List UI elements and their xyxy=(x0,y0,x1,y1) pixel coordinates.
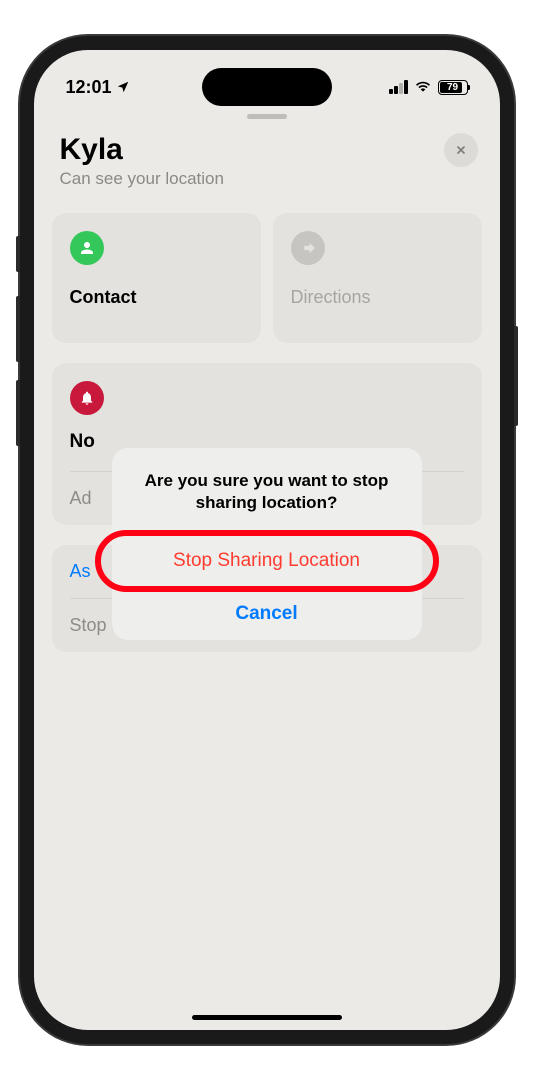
bell-icon xyxy=(70,381,104,415)
dynamic-island xyxy=(202,68,332,106)
status-left: 12:01 xyxy=(66,77,130,98)
directions-label: Directions xyxy=(291,287,464,308)
battery-percent: 79 xyxy=(447,82,458,93)
stop-sharing-button[interactable]: Stop Sharing Location xyxy=(112,534,422,587)
action-cards: Contact Directions xyxy=(52,213,482,343)
side-button xyxy=(16,236,20,272)
status-right: 79 xyxy=(389,80,468,95)
header: Kyla Can see your location xyxy=(52,133,482,189)
contact-label: Contact xyxy=(70,287,243,308)
location-arrow-icon xyxy=(116,80,130,94)
person-name: Kyla xyxy=(60,133,482,167)
power-button xyxy=(514,326,518,426)
alert-message: Are you sure you want to stop sharing lo… xyxy=(112,448,422,534)
battery-icon: 79 xyxy=(438,80,468,95)
screen: 12:01 79 xyxy=(34,50,500,1030)
location-status: Can see your location xyxy=(60,169,482,189)
volume-down-button xyxy=(16,380,20,446)
close-icon xyxy=(455,144,467,156)
directions-icon xyxy=(291,231,325,265)
alert-dialog: Are you sure you want to stop sharing lo… xyxy=(112,448,422,640)
cancel-button[interactable]: Cancel xyxy=(112,587,422,640)
status-time: 12:01 xyxy=(66,77,112,98)
cellular-icon xyxy=(389,80,408,94)
phone-frame: 12:01 79 xyxy=(20,36,514,1044)
volume-up-button xyxy=(16,296,20,362)
contact-card[interactable]: Contact xyxy=(52,213,261,343)
home-indicator[interactable] xyxy=(192,1015,342,1020)
close-button[interactable] xyxy=(444,133,478,167)
person-icon xyxy=(70,231,104,265)
content: Kyla Can see your location Contact xyxy=(34,114,500,1030)
sheet-grabber[interactable] xyxy=(247,114,287,119)
wifi-icon xyxy=(414,80,432,94)
directions-card: Directions xyxy=(273,213,482,343)
modal-area: Are you sure you want to stop sharing lo… xyxy=(34,448,500,728)
